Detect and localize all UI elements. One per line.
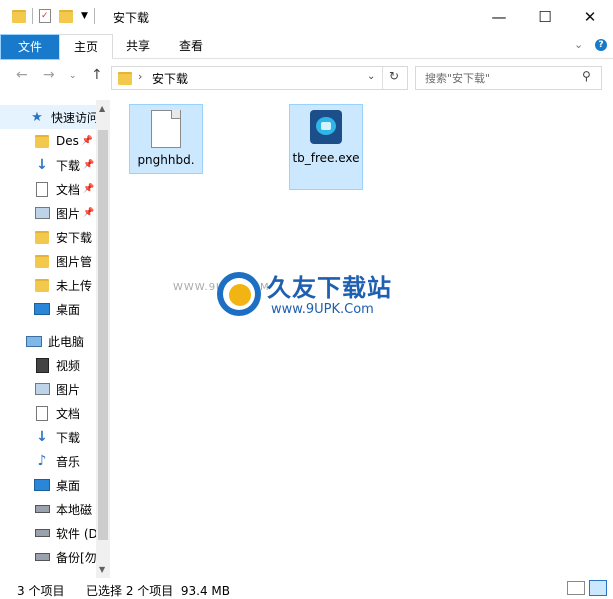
search-input[interactable]: 搜索"安下载" ⚲ [415,66,602,90]
star-icon: ★ [31,109,43,125]
address-dropdown-chevron-icon[interactable]: ⌄ [367,71,375,82]
nav-pc-software-drive[interactable]: 软件 (D [0,521,96,545]
nav-item-desktop[interactable]: Des 📌 [0,129,96,153]
item-count: 3 个项目 [17,584,65,598]
help-icon[interactable]: ? [595,39,607,51]
title-bar: ✓ ▼ 安下载 — ☐ ✕ [0,0,613,34]
file-name: pnghhbd. [137,153,195,167]
folder-icon [35,278,49,292]
drive-icon [34,526,50,540]
blank-file-icon [151,110,181,148]
selection-info: 已选择 2 个项目 93.4 MB [86,584,231,598]
pictures-icon [34,382,50,396]
file-name: tb_free.exe [292,151,360,165]
divider [32,8,33,24]
nav-pc-pictures[interactable]: 图片 [0,377,96,401]
new-folder-icon[interactable] [59,9,73,23]
drive-icon [34,502,50,516]
maximize-button[interactable]: ☐ [522,0,568,34]
document-icon [34,181,50,197]
scroll-up-icon[interactable]: ▲ [99,104,105,113]
nav-pc-music[interactable]: ♪ 音乐 [0,449,96,473]
watermark-url: www.9UPK.Com [271,302,374,317]
search-icon[interactable]: ⚲ [582,69,591,83]
scroll-down-icon[interactable]: ▼ [99,565,105,574]
folder-icon [35,254,49,268]
nav-pc-videos[interactable]: 视频 [0,353,96,377]
address-field[interactable]: › 安下载 ⌄ ↻ [111,66,408,90]
nav-pc-local-disk[interactable]: 本地磁 [0,497,96,521]
pin-icon: 📌 [83,160,95,170]
back-arrow-icon[interactable]: ← [16,67,28,83]
up-arrow-icon[interactable]: ↑ [91,67,103,83]
file-list-area[interactable]: pnghhbd. tb_free.exe WWW.9UPK.COM 久友下载站 … [111,100,613,578]
properties-icon[interactable]: ✓ [39,9,51,23]
computer-icon [26,334,42,348]
navigation-pane: ★ 快速访问 Des 📌 ↓ 下载 📌 文档 📌 图片 📌 安下载 图片管 未上… [0,100,111,578]
nav-pc-downloads[interactable]: ↓ 下载 [0,425,96,449]
address-bar-row: ← → ⌄ ↑ › 安下载 ⌄ ↻ 搜索"安下载" ⚲ [0,62,613,92]
nav-pc-backup-drive[interactable]: 备份[勿 [0,545,96,569]
setup-exe-icon [306,108,346,150]
desktop-icon [34,478,50,492]
tab-file[interactable]: 文件 [0,34,60,60]
large-icons-view-icon[interactable] [589,580,607,596]
nav-pc-documents[interactable]: 文档 [0,401,96,425]
expand-ribbon-chevron-icon[interactable]: ⌄ [574,38,583,51]
status-bar: 3 个项目 已选择 2 个项目 93.4 MB [0,578,613,598]
scrollbar-thumb[interactable] [98,130,108,540]
watermark-title: 久友下载站 [267,274,392,302]
nav-scrollbar[interactable]: ▲ ▼ [96,100,110,578]
minimize-button[interactable]: — [476,0,522,34]
folder-icon [118,72,132,85]
breadcrumb-chevron-icon: › [138,70,143,83]
forward-arrow-icon[interactable]: → [43,67,55,83]
customize-toolbar-dropdown-icon[interactable]: ▼ [81,11,88,21]
tab-share[interactable]: 共享 [114,34,162,58]
refresh-icon[interactable]: ↻ [389,69,399,83]
drive-icon [34,550,50,564]
pin-icon: 📌 [83,184,95,194]
nav-item-anxiazai[interactable]: 安下载 [0,225,96,249]
nav-item-desktop-2[interactable]: 桌面 [0,297,96,321]
document-icon [34,405,50,421]
nav-quick-access[interactable]: ★ 快速访问 [0,105,96,129]
site-watermark: WWW.9UPK.COM 久友下载站 www.9UPK.Com [173,266,433,346]
nav-item-pictures[interactable]: 图片 📌 [0,201,96,225]
music-note-icon: ♪ [37,453,47,469]
folder-icon [12,9,26,23]
folder-icon [35,134,49,148]
nav-this-pc[interactable]: 此电脑 [0,329,96,353]
file-item[interactable]: tb_free.exe [289,104,363,190]
window-title: 安下载 [113,11,150,25]
details-view-icon[interactable] [567,581,585,595]
pictures-icon [34,206,50,220]
divider [382,67,383,89]
nav-item-downloads[interactable]: ↓ 下载 📌 [0,153,96,177]
pin-icon: 📌 [81,136,94,146]
quick-access-toolbar: ✓ ▼ [12,8,101,24]
desktop-icon [34,302,50,316]
breadcrumb-current[interactable]: 安下载 [152,70,188,87]
recent-locations-chevron-icon[interactable]: ⌄ [69,71,77,81]
nav-item-documents[interactable]: 文档 📌 [0,177,96,201]
download-arrow-icon: ↓ [36,157,48,173]
download-arrow-icon: ↓ [36,429,48,445]
tab-view[interactable]: 查看 [165,34,217,58]
nav-item-not-uploaded[interactable]: 未上传 [0,273,96,297]
file-item[interactable]: pnghhbd. [129,104,203,174]
folder-icon [35,230,49,244]
watermark-logo-icon [217,272,261,316]
pin-icon: 📌 [83,208,95,218]
nav-pc-desktop[interactable]: 桌面 [0,473,96,497]
ribbon-tabs: 文件 主页 共享 查看 ⌄ ? [0,34,613,60]
tab-home[interactable]: 主页 [59,34,113,59]
nav-item-picture-manager[interactable]: 图片管 [0,249,96,273]
close-button[interactable]: ✕ [567,0,613,34]
video-icon [34,357,50,373]
divider [93,8,95,24]
